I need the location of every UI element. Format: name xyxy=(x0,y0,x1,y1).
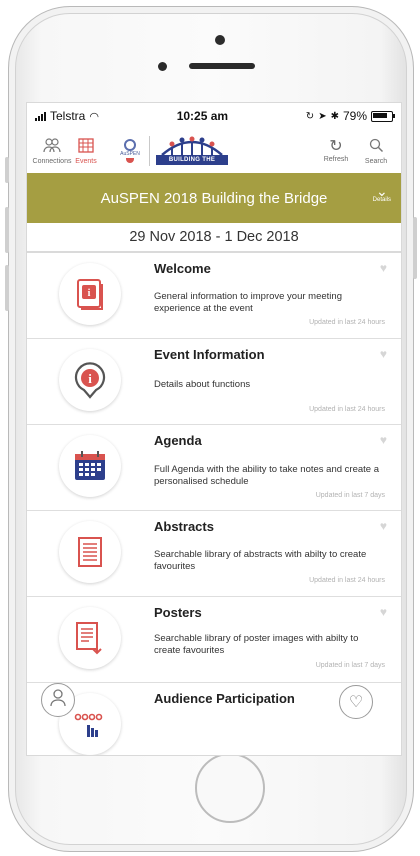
info-pin-icon: i xyxy=(59,349,121,411)
lock-rotation-icon: ↻ xyxy=(305,110,315,122)
poster-icon xyxy=(59,607,121,669)
list-item-abstracts[interactable]: Abstracts ♥ Searchable library of abstra… xyxy=(27,511,401,597)
search-icon xyxy=(369,138,384,158)
location-icon: ➤ xyxy=(318,110,327,122)
events-grid-icon xyxy=(78,137,94,158)
favourite-icon[interactable]: ♥ xyxy=(380,605,387,619)
calendar-icon xyxy=(59,435,121,497)
item-description: Searchable library of abstracts with abi… xyxy=(154,549,367,572)
user-icon xyxy=(50,688,66,712)
item-updated: Updated in last 24 hours xyxy=(309,406,385,413)
item-updated: Updated in last 24 hours xyxy=(309,577,385,584)
profile-fab[interactable] xyxy=(41,683,75,717)
refresh-button[interactable]: ↻ Refresh xyxy=(319,138,353,165)
carrier-label: Telstra xyxy=(50,109,86,123)
module-list: i Welcome ♥ General information to impro… xyxy=(27,253,401,755)
refresh-label: Refresh xyxy=(323,155,349,163)
item-title: Audience Participation xyxy=(154,691,295,706)
auspen-cup-icon xyxy=(126,158,134,163)
camera-dot xyxy=(215,35,225,45)
favourite-icon[interactable]: ♥ xyxy=(380,519,387,533)
search-label: Search xyxy=(364,157,388,165)
details-label: Details xyxy=(372,197,391,203)
favourite-icon[interactable]: ♥ xyxy=(380,347,387,361)
event-dates: 29 Nov 2018 - 1 Dec 2018 xyxy=(27,223,401,253)
signal-icon xyxy=(35,111,46,121)
events-label: Events xyxy=(75,158,97,165)
connections-label: Connections xyxy=(32,158,72,165)
status-bar: Telstra ◠ 10:25 am ↻ ➤ ✱ 79% xyxy=(27,103,401,129)
favourites-fab[interactable]: ♡ xyxy=(339,685,373,719)
event-title: AuSPEN 2018 Building the Bridge xyxy=(100,189,328,207)
item-title: Abstracts xyxy=(154,519,214,534)
heart-icon: ♡ xyxy=(348,694,364,711)
svg-text:i: i xyxy=(88,371,92,386)
search-button[interactable]: Search xyxy=(359,138,393,165)
details-button[interactable]: ⌄ Details xyxy=(372,183,391,203)
battery-icon xyxy=(371,110,395,122)
people-icon xyxy=(43,137,61,158)
item-updated: Updated in last 24 hours xyxy=(309,319,385,326)
list-item-welcome[interactable]: i Welcome ♥ General information to impro… xyxy=(27,253,401,339)
bridge-people-icon xyxy=(161,136,223,156)
volume-down-button xyxy=(5,265,9,311)
list-item-posters[interactable]: Posters ♥ Searchable library of poster i… xyxy=(27,597,401,683)
logo-divider xyxy=(149,136,150,166)
item-title: Welcome xyxy=(154,261,211,276)
clock: 10:25 am xyxy=(176,109,229,123)
connections-button[interactable]: Connections xyxy=(32,137,72,165)
book-icon: i xyxy=(59,263,121,325)
events-button[interactable]: Events xyxy=(69,137,103,165)
list-item-agenda[interactable]: Agenda ♥ Full Agenda with the ability to… xyxy=(27,425,401,511)
item-updated: Updated in last 7 days xyxy=(315,492,385,499)
btb-logo-text: BUILDING THE BRIDGE xyxy=(156,155,228,173)
item-title: Event Information xyxy=(154,347,265,362)
item-description: Details about functions xyxy=(154,379,251,390)
svg-text:i: i xyxy=(88,288,91,299)
wifi-icon: ◠ xyxy=(89,110,99,123)
building-the-bridge-logo: BUILDING THE BRIDGE xyxy=(156,135,228,173)
mute-switch xyxy=(5,157,9,183)
list-item-event-information[interactable]: i Event Information ♥ Details about func… xyxy=(27,339,401,425)
auspen-ring-icon xyxy=(124,139,136,151)
refresh-icon: ↻ xyxy=(329,137,343,155)
top-toolbar: Connections Events AuSPEN BUILDING THE B… xyxy=(27,129,401,173)
favourite-icon[interactable]: ♥ xyxy=(380,261,387,275)
power-button xyxy=(413,217,417,279)
app-screen: Telstra ◠ 10:25 am ↻ ➤ ✱ 79% Connections… xyxy=(26,102,402,756)
item-title: Posters xyxy=(154,605,202,620)
chevron-down-icon: ⌄ xyxy=(375,183,388,199)
item-description: Full Agenda with the ability to take not… xyxy=(154,464,379,487)
item-description: General information to improve your meet… xyxy=(154,291,342,314)
bluetooth-icon: ✱ xyxy=(330,110,339,122)
auspen-logo-text: AuSPEN xyxy=(120,151,140,157)
battery-percent: 79% xyxy=(342,109,367,123)
item-title: Agenda xyxy=(154,433,202,448)
item-description: Searchable library of poster images with… xyxy=(154,633,359,656)
volume-up-button xyxy=(5,207,9,253)
favourite-icon[interactable]: ♥ xyxy=(380,433,387,447)
auspen-logo: AuSPEN xyxy=(117,139,143,163)
event-banner: AuSPEN 2018 Building the Bridge ⌄ Detail… xyxy=(27,173,401,223)
document-icon xyxy=(59,521,121,583)
front-camera xyxy=(158,62,167,71)
earpiece-speaker xyxy=(189,63,255,69)
home-button[interactable] xyxy=(195,753,265,823)
item-updated: Updated in last 7 days xyxy=(315,662,385,669)
